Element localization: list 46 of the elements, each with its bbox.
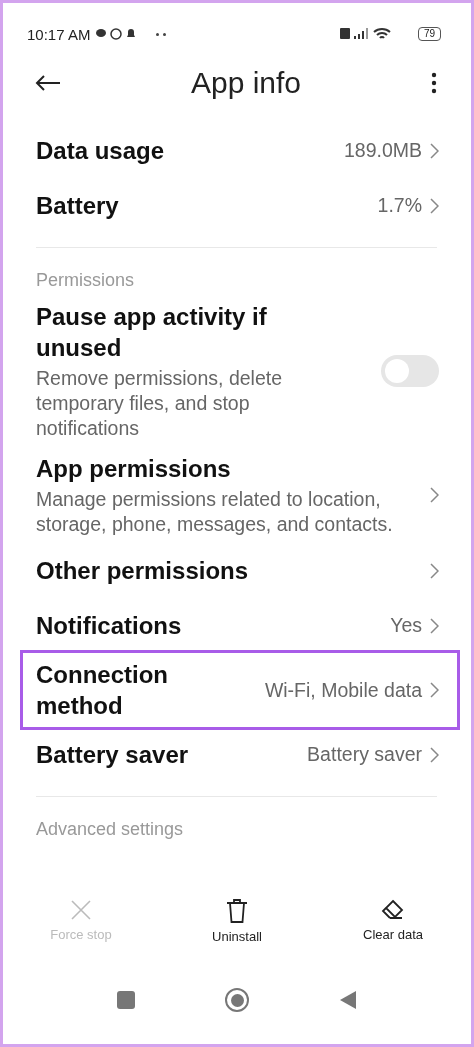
chevron-icon (430, 197, 439, 214)
settings-item[interactable]: App permissions Manage permissions related to location, storage, phone, messages, and contacts. (23, 447, 457, 543)
settings-item[interactable]: Battery saver Battery saver (23, 727, 457, 782)
item-title: Pause app activity if unused (36, 302, 268, 363)
chevron-icon (430, 562, 439, 579)
section-header: Permissions (36, 270, 136, 291)
item-value: Yes (390, 614, 422, 637)
item-title: Other permissions (36, 556, 250, 586)
item-title: Notifications (36, 611, 183, 641)
item-title: Connection method (36, 660, 169, 721)
status-time: 10:17 AM (27, 25, 91, 43)
settings-item[interactable]: Other permissions (23, 543, 457, 598)
settings-item[interactable]: Notifications Yes (23, 598, 457, 653)
back-nav-button[interactable] (339, 990, 357, 1010)
chevron-icon (430, 746, 439, 763)
toggle-switch[interactable] (381, 355, 439, 387)
settings-item[interactable]: Data usage 189.0MB (23, 123, 457, 178)
chevron-icon (430, 487, 439, 503)
settings-item[interactable]: Pause app activity if unused Remove permissions, delete temporary files, and stop notifications (23, 295, 457, 447)
section-header: Advanced settings (36, 819, 185, 840)
clear-data-button[interactable]: Clear data (333, 898, 453, 960)
item-title: Data usage (36, 136, 166, 166)
more-notifications-icon (156, 32, 167, 36)
home-button[interactable] (225, 988, 249, 1012)
eraser-icon (381, 899, 405, 921)
item-value: 189.0MB (343, 139, 422, 162)
item-value: Wi-Fi, Mobile data (264, 678, 422, 702)
item-description: Manage permissions related to location, storage, phone, messages, and contacts. (36, 487, 394, 537)
settings-item[interactable]: Connection method Wi-Fi, Mobile data (23, 653, 457, 727)
back-arrow-icon (35, 75, 61, 91)
uninstall-button[interactable]: Uninstall (177, 898, 297, 960)
item-value: Battery saver (307, 743, 422, 766)
item-value: 1.7% (377, 194, 422, 217)
close-icon (70, 899, 92, 921)
item-title: Battery saver (36, 740, 190, 770)
battery-indicator: 79 (417, 27, 441, 41)
page-title: App info (190, 66, 302, 100)
item-title: Battery (36, 191, 120, 221)
chevron-icon (430, 682, 439, 698)
settings-item[interactable]: Battery 1.7% (23, 178, 457, 233)
item-title: App permissions (36, 454, 232, 484)
item-description: Remove permissions, delete temporary files, and stop notifications (36, 366, 284, 441)
chevron-icon (430, 617, 439, 634)
trash-icon (226, 899, 248, 923)
more-icon (431, 72, 437, 94)
chevron-icon (430, 142, 439, 159)
